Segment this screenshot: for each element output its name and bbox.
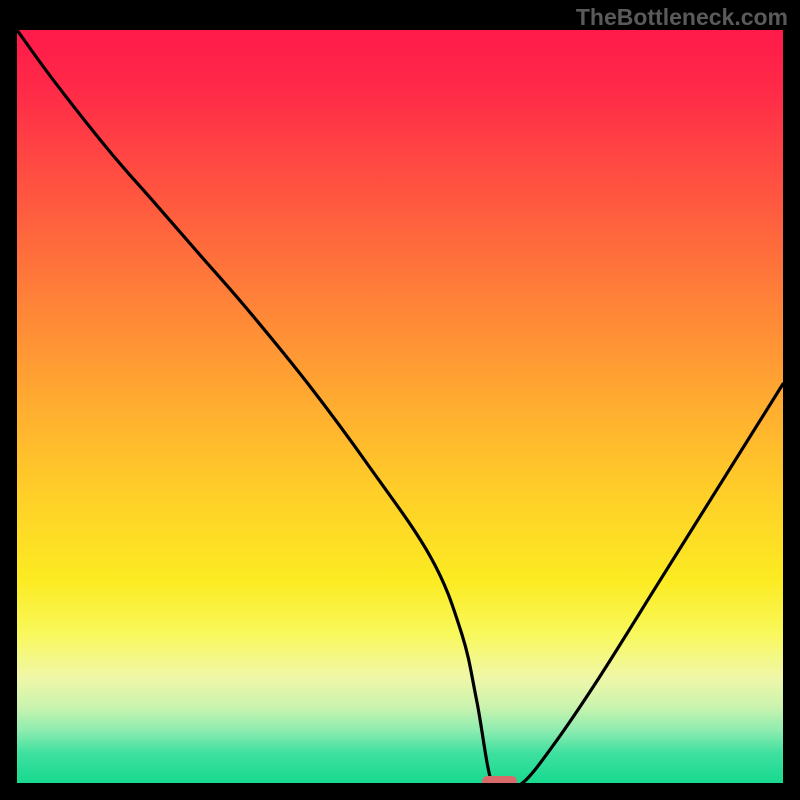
bottleneck-curve [17, 30, 783, 783]
curve-layer [17, 30, 783, 783]
optimal-marker [482, 776, 516, 784]
plot-area [17, 30, 783, 783]
watermark-text: TheBottleneck.com [576, 4, 788, 31]
